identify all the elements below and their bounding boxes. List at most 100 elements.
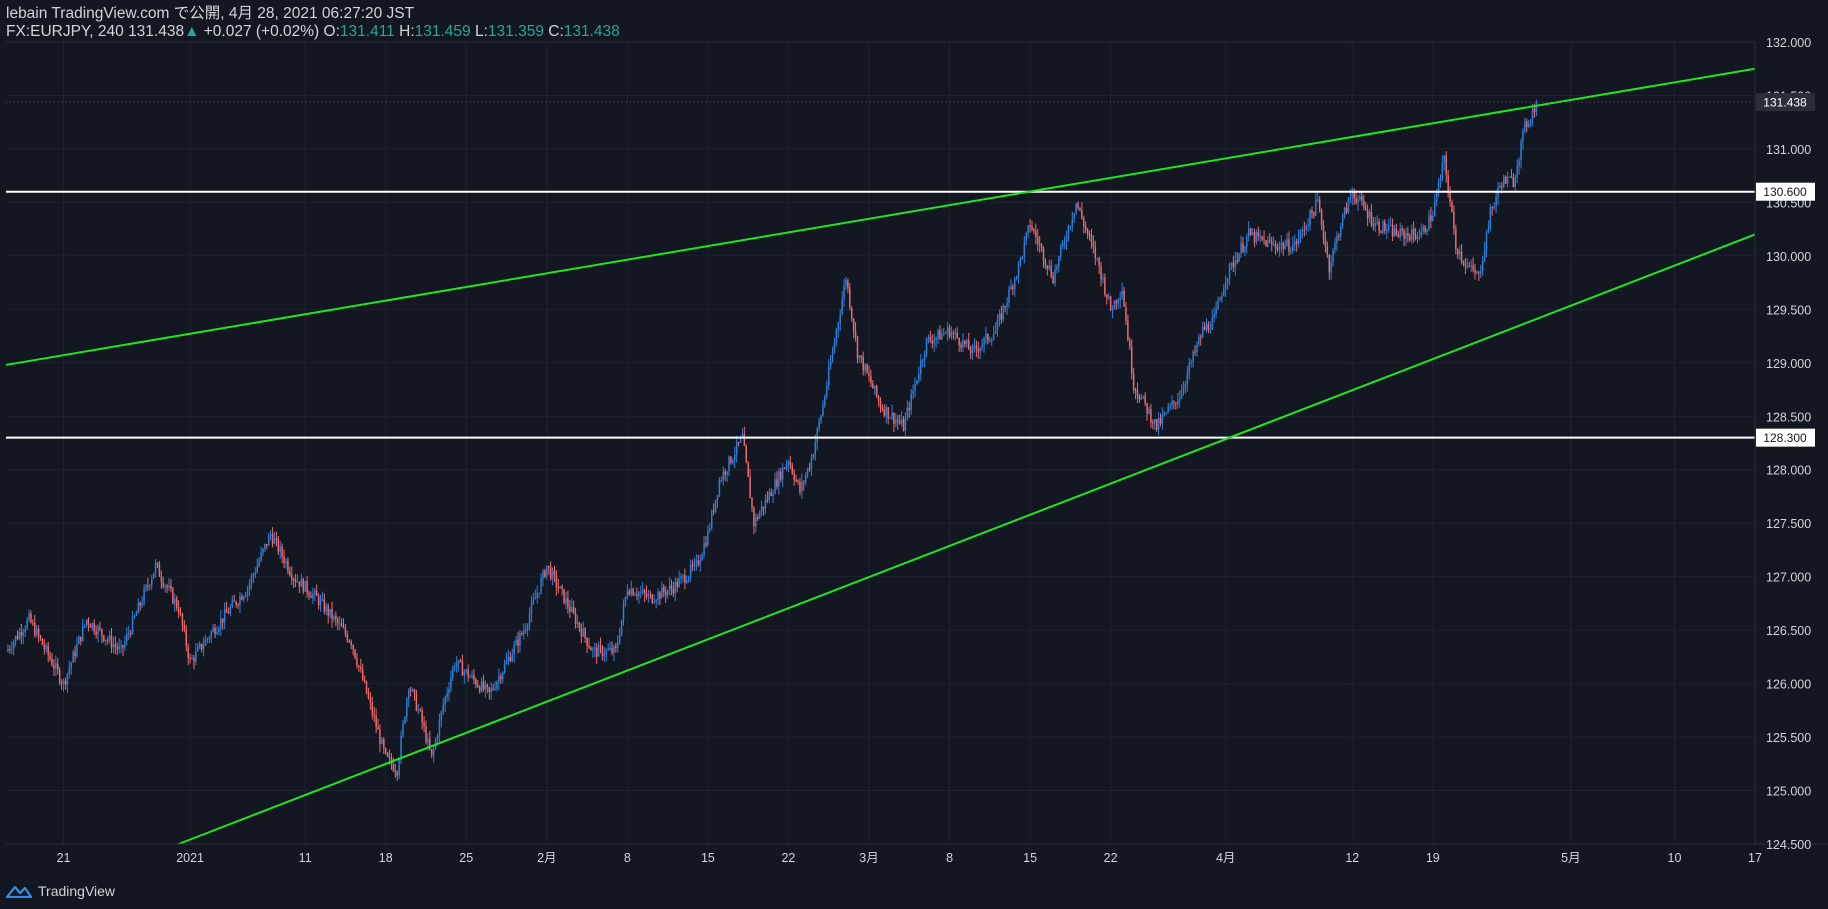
candle-body [49,655,51,660]
candle-body [375,716,377,728]
candle-body [244,594,247,597]
candle-body [350,641,352,646]
candle-body [979,347,981,352]
candlestick-chart[interactable]: 132.000131.500131.000130.500130.000129.5… [0,0,1828,909]
x-tick-label: 17 [1748,851,1762,865]
candle-body [413,689,416,694]
candle-body [941,333,943,340]
candle-body [1470,265,1472,267]
candle-body [1008,289,1010,303]
candle-body [567,598,569,608]
candle-body [1418,236,1421,238]
candle-body [1192,351,1194,363]
candle-body [827,367,830,386]
candle-body [1455,229,1457,249]
candle-body [772,493,774,497]
candle-body [1286,239,1288,246]
candle-body [1113,300,1116,310]
candle-body [1462,260,1465,263]
candle-body [528,614,531,626]
candle-body [1157,418,1160,430]
candle-body [233,600,235,602]
trend-lines[interactable] [5,67,1756,845]
candle-body [906,407,909,418]
candle-body [1395,228,1398,236]
candle-body [517,639,519,646]
candle-body [1205,324,1208,330]
candle-body [396,772,398,776]
candle-body [352,645,354,650]
candle-body [137,602,140,614]
candle-body [1357,199,1359,203]
x-tick-label: 25 [459,851,473,865]
candle-body [996,319,999,331]
footer-branding[interactable]: TradingView [6,880,115,902]
candle-body [730,456,732,464]
y-tick-label: 125.000 [1766,785,1811,799]
candle-body [1244,246,1246,252]
candle-body [592,649,594,651]
candle-body [290,574,293,580]
candle-body [709,528,711,531]
candle-body [1102,277,1104,280]
candle-body [1125,306,1127,321]
candle-body [1019,257,1022,263]
candle-body [780,471,782,480]
candle-body [1374,223,1377,227]
level-price-tag-label: 128.300 [1763,431,1807,445]
candle-body [810,458,813,469]
candle-body [62,680,65,684]
candle-body [187,646,189,659]
candle-body [760,506,763,513]
candle-body [156,562,159,565]
candle-body [1514,177,1517,187]
candle-body [1226,278,1229,284]
candle-body [1073,213,1075,219]
candle-body [149,585,151,587]
candle-body [519,633,521,646]
candle-body [605,649,608,655]
candle-body [1123,290,1125,307]
candle-body [1481,261,1484,272]
candle-body [904,417,907,431]
candle-body [101,629,103,636]
candle-body [248,583,251,589]
candle-body [1236,260,1238,262]
candle-body [1495,196,1497,206]
candle-body [20,632,23,636]
candle-body [768,492,771,501]
candle-body [636,594,638,596]
candle-body [862,357,864,371]
candle-body [1152,422,1154,424]
candle-body [699,560,701,565]
candle-body [607,649,609,651]
candle-body [1148,408,1150,414]
candle-body [770,492,772,497]
candle-body [845,280,847,286]
candle-body [595,647,598,657]
candle-body [743,434,746,446]
time-axis[interactable]: 21 2021 11 18 25 2月 8 15 22 3月 8 15 22 4月 12 19 5月 10 17 [57,851,1762,865]
candle-body [195,650,197,662]
candle-body [1169,405,1171,408]
candle-body [804,475,807,483]
candle-body [325,606,328,612]
candle-body [925,337,928,355]
candle-body [799,481,801,492]
candle-body [151,578,153,586]
candle-body [1140,397,1143,400]
candle-body [344,627,347,635]
candle-body [1433,202,1436,216]
candle-body [381,739,383,745]
high-label: H: [399,23,415,40]
candle-body [1282,243,1284,249]
candle-body [990,339,993,341]
candle-body [220,618,222,629]
candle-body [298,581,301,587]
candle-body [833,342,836,351]
candle-body [910,393,912,411]
candle-body [751,498,753,508]
candle-body [1504,176,1507,184]
candle-body [501,672,504,680]
candle-body [503,663,506,673]
